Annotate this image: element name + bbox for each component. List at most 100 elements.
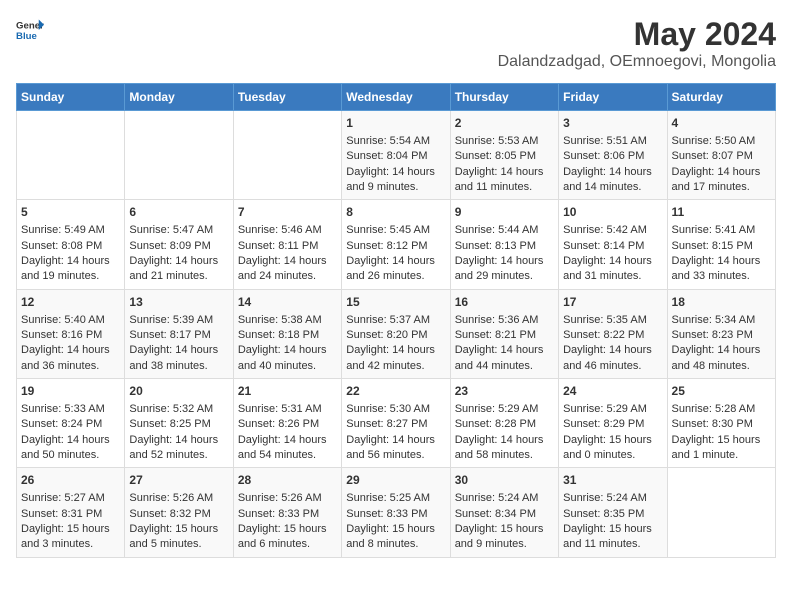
day-number: 2 (455, 115, 554, 132)
day-number: 3 (563, 115, 662, 132)
day-info: Daylight: 15 hours (672, 433, 771, 448)
day-number: 28 (238, 472, 337, 489)
calendar-cell: 6Sunrise: 5:47 AMSunset: 8:09 PMDaylight… (125, 200, 233, 289)
day-info: Sunset: 8:20 PM (346, 328, 445, 343)
calendar-cell (667, 468, 775, 557)
day-info: and 3 minutes. (21, 537, 120, 552)
day-number: 5 (21, 204, 120, 221)
day-info: Sunrise: 5:30 AM (346, 402, 445, 417)
day-info: Daylight: 14 hours (563, 254, 662, 269)
day-number: 26 (21, 472, 120, 489)
day-info: Daylight: 14 hours (129, 433, 228, 448)
day-number: 12 (21, 294, 120, 311)
day-info: and 26 minutes. (346, 269, 445, 284)
day-number: 1 (346, 115, 445, 132)
day-info: Daylight: 14 hours (21, 433, 120, 448)
day-info: and 52 minutes. (129, 448, 228, 463)
calendar-cell: 21Sunrise: 5:31 AMSunset: 8:26 PMDayligh… (233, 379, 341, 468)
day-number: 17 (563, 294, 662, 311)
day-info: Sunset: 8:25 PM (129, 417, 228, 432)
day-info: Daylight: 14 hours (455, 433, 554, 448)
day-info: and 14 minutes. (563, 180, 662, 195)
day-info: Daylight: 14 hours (563, 343, 662, 358)
day-info: Sunrise: 5:27 AM (21, 491, 120, 506)
day-number: 25 (672, 383, 771, 400)
day-info: Sunrise: 5:24 AM (455, 491, 554, 506)
day-info: Sunrise: 5:40 AM (21, 313, 120, 328)
day-info: Sunset: 8:22 PM (563, 328, 662, 343)
day-info: Sunset: 8:11 PM (238, 239, 337, 254)
day-info: Daylight: 15 hours (563, 522, 662, 537)
calendar-cell (125, 111, 233, 200)
calendar-week-row: 12Sunrise: 5:40 AMSunset: 8:16 PMDayligh… (17, 289, 776, 378)
day-info: and 31 minutes. (563, 269, 662, 284)
day-info: Sunrise: 5:50 AM (672, 134, 771, 149)
day-info: Sunset: 8:13 PM (455, 239, 554, 254)
day-info: Sunrise: 5:38 AM (238, 313, 337, 328)
calendar-cell: 5Sunrise: 5:49 AMSunset: 8:08 PMDaylight… (17, 200, 125, 289)
day-info: and 11 minutes. (563, 537, 662, 552)
weekday-header-row: SundayMondayTuesdayWednesdayThursdayFrid… (17, 84, 776, 111)
day-info: Sunset: 8:04 PM (346, 149, 445, 164)
logo-icon: General Blue (16, 16, 44, 44)
day-info: Daylight: 15 hours (21, 522, 120, 537)
day-info: Sunset: 8:32 PM (129, 507, 228, 522)
day-info: Sunset: 8:28 PM (455, 417, 554, 432)
calendar-cell: 25Sunrise: 5:28 AMSunset: 8:30 PMDayligh… (667, 379, 775, 468)
weekday-header-sunday: Sunday (17, 84, 125, 111)
calendar-cell: 17 Sunrise: 5:35 AMSunset: 8:22 PMDayligh… (559, 289, 667, 378)
day-info: and 48 minutes. (672, 359, 771, 374)
day-info: Daylight: 14 hours (21, 254, 120, 269)
day-info: Daylight: 14 hours (346, 343, 445, 358)
day-info: and 17 minutes. (672, 180, 771, 195)
day-info: Sunrise: 5:54 AM (346, 134, 445, 149)
day-number: 19 (21, 383, 120, 400)
day-info: Sunrise: 5:29 AM (455, 402, 554, 417)
day-info: Sunrise: 5:53 AM (455, 134, 554, 149)
day-info: Sunset: 8:12 PM (346, 239, 445, 254)
day-info: Sunrise: 5:35 AM (563, 313, 662, 328)
day-info: Sunrise: 5:49 AM (21, 223, 120, 238)
calendar-cell: 27Sunrise: 5:26 AMSunset: 8:32 PMDayligh… (125, 468, 233, 557)
day-info: Sunset: 8:21 PM (455, 328, 554, 343)
calendar-cell: 12Sunrise: 5:40 AMSunset: 8:16 PMDayligh… (17, 289, 125, 378)
day-info: Sunrise: 5:29 AM (563, 402, 662, 417)
calendar-cell (233, 111, 341, 200)
day-number: 4 (672, 115, 771, 132)
day-info: Sunset: 8:33 PM (238, 507, 337, 522)
calendar-week-row: 1Sunrise: 5:54 AMSunset: 8:04 PMDaylight… (17, 111, 776, 200)
day-info: Daylight: 15 hours (238, 522, 337, 537)
calendar-week-row: 26Sunrise: 5:27 AMSunset: 8:31 PMDayligh… (17, 468, 776, 557)
day-number: 10 (563, 204, 662, 221)
day-info: Sunrise: 5:47 AM (129, 223, 228, 238)
day-info: Sunrise: 5:45 AM (346, 223, 445, 238)
calendar-cell: 7Sunrise: 5:46 AMSunset: 8:11 PMDaylight… (233, 200, 341, 289)
day-number: 22 (346, 383, 445, 400)
day-number: 15 (346, 294, 445, 311)
calendar-cell: 31Sunrise: 5:24 AMSunset: 8:35 PMDayligh… (559, 468, 667, 557)
calendar-cell: 24Sunrise: 5:29 AMSunset: 8:29 PMDayligh… (559, 379, 667, 468)
calendar-cell: 29Sunrise: 5:25 AMSunset: 8:33 PMDayligh… (342, 468, 450, 557)
day-info: Sunrise: 5:42 AM (563, 223, 662, 238)
calendar-table: SundayMondayTuesdayWednesdayThursdayFrid… (16, 83, 776, 558)
day-info: Sunrise: 5:25 AM (346, 491, 445, 506)
logo: General Blue (16, 16, 44, 44)
calendar-cell: 9Sunrise: 5:44 AMSunset: 8:13 PMDaylight… (450, 200, 558, 289)
page-title: May 2024 (498, 16, 776, 53)
day-number: 8 (346, 204, 445, 221)
day-info: and 58 minutes. (455, 448, 554, 463)
day-number: 16 (455, 294, 554, 311)
weekday-header-wednesday: Wednesday (342, 84, 450, 111)
weekday-header-saturday: Saturday (667, 84, 775, 111)
day-info: Daylight: 15 hours (129, 522, 228, 537)
day-info: and 42 minutes. (346, 359, 445, 374)
svg-text:Blue: Blue (16, 31, 37, 42)
day-info: Sunset: 8:09 PM (129, 239, 228, 254)
day-info: Sunset: 8:35 PM (563, 507, 662, 522)
calendar-cell: 18Sunrise: 5:34 AMSunset: 8:23 PMDayligh… (667, 289, 775, 378)
day-info: Daylight: 14 hours (21, 343, 120, 358)
day-info: and 8 minutes. (346, 537, 445, 552)
day-info: and 38 minutes. (129, 359, 228, 374)
day-info: and 11 minutes. (455, 180, 554, 195)
calendar-cell: 8Sunrise: 5:45 AMSunset: 8:12 PMDaylight… (342, 200, 450, 289)
